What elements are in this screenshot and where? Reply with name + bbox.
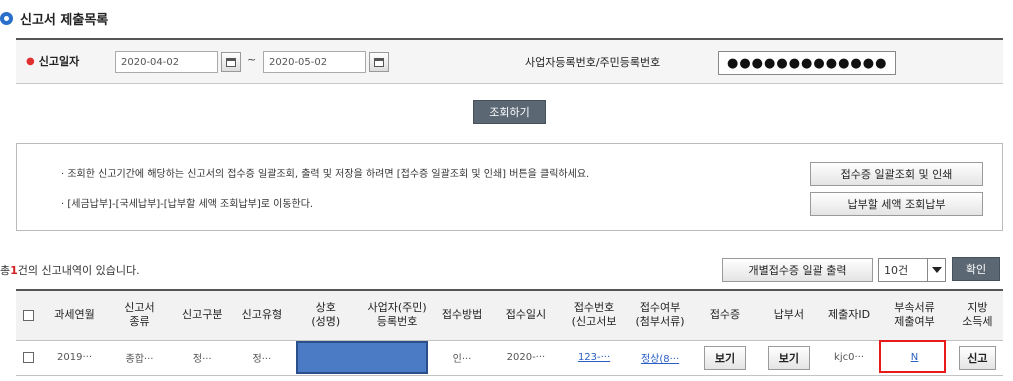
header-payment: 납부서 — [756, 289, 821, 341]
redacted-block — [295, 341, 428, 374]
query-button[interactable]: 조회하기 — [473, 100, 546, 124]
page-size-select[interactable]: 10건 — [878, 258, 946, 282]
info-line-2: · [세금납부]-[국세납부]-[납부할 세액 조회납부]로 이동한다. — [61, 199, 314, 210]
info-panel: · 조회한 신고기간에 해당하는 신고서의 접수증 일괄조회, 출력 및 저장을… — [16, 143, 1003, 231]
cell-form-type: 종합··· — [107, 340, 172, 376]
attach-status-link[interactable]: 정상(8··· — [641, 354, 679, 365]
confirm-button[interactable]: 확인 — [952, 257, 1000, 281]
date-range-separator: ~ — [247, 53, 257, 66]
header-report-kind: 신고구분 — [171, 289, 234, 341]
header-attach-submit: 부속서류 제출여부 — [877, 289, 952, 341]
bizno-label: 사업자등록번호/주민등록번호 — [525, 56, 661, 69]
cell-local-tax: 신고 — [951, 340, 1003, 376]
header-receipt: 접수증 — [693, 289, 757, 341]
local-tax-report-button[interactable]: 신고 — [959, 345, 996, 370]
table-header-row: 과세연월 신고서 종류 신고구분 신고유형 상호 (성명) 사업자(주민) 등록… — [16, 289, 1003, 341]
row-checkbox[interactable] — [23, 351, 35, 363]
cell-date: 2020-··· — [490, 340, 562, 376]
cell-period: 2019··· — [41, 340, 108, 376]
header-date: 접수일시 — [490, 289, 562, 341]
date-label-text: 신고일자 — [38, 55, 80, 68]
header-select-all[interactable] — [16, 289, 42, 341]
date-from-input[interactable]: 2020-04-02 — [115, 51, 218, 73]
calendar-icon — [374, 57, 384, 67]
header-name: 상호 (성명) — [290, 289, 361, 341]
cell-submitter: kjc0··· — [820, 340, 878, 376]
title-bullet-icon — [0, 11, 13, 25]
header-attach: 접수여부 (첨부서류) — [627, 289, 694, 341]
cell-report-kind: 정··· — [171, 340, 234, 376]
receipt-no-link[interactable]: 123-··· — [578, 352, 610, 363]
cell-masked-name-bizno — [290, 340, 434, 376]
cell-payment: 보기 — [756, 340, 821, 376]
result-count: 총1건의 신고내역이 있습니다. — [0, 262, 140, 278]
highlight-box — [879, 340, 946, 373]
date-label: ● 신고일자 — [26, 53, 79, 69]
row-checkbox-cell[interactable] — [16, 340, 42, 376]
search-panel: ● 신고일자 2020-04-02 ~ 2020-05-02 사업자등록번호/주… — [16, 38, 1003, 84]
header-submitter: 제출자ID — [820, 289, 878, 341]
individual-receipt-print-button[interactable]: 개별접수증 일괄 출력 — [722, 258, 873, 282]
page-title: 신고서 제출목록 — [0, 8, 108, 28]
cell-report-type: 정··· — [233, 340, 291, 376]
header-method: 접수방법 — [433, 289, 491, 341]
batch-receipt-print-button[interactable]: 접수증 일괄조회 및 인쇄 — [810, 162, 983, 186]
header-form-type: 신고서 종류 — [107, 289, 172, 341]
table-row: 2019··· 종합··· 정··· 정··· 인··· 2020-··· 12… — [16, 340, 1003, 376]
view-receipt-button[interactable]: 보기 — [703, 345, 747, 370]
count-number: 1 — [10, 264, 18, 277]
date-to-calendar-button[interactable] — [369, 52, 389, 72]
view-payment-button[interactable]: 보기 — [767, 345, 810, 370]
bizno-input[interactable]: ●●●●●●●●●●●●● — [718, 51, 896, 75]
calendar-icon — [226, 57, 236, 67]
header-period: 과세연월 — [41, 289, 108, 341]
page-size-value: 10건 — [884, 264, 909, 277]
submission-table: 과세연월 신고서 종류 신고구분 신고유형 상호 (성명) 사업자(주민) 등록… — [16, 289, 1003, 376]
page-title-text: 신고서 제출목록 — [20, 12, 109, 28]
header-local-tax: 지방 소득세 — [951, 289, 1003, 341]
cell-receipt: 보기 — [693, 340, 757, 376]
header-report-type: 신고유형 — [233, 289, 291, 341]
date-from-calendar-button[interactable] — [221, 52, 241, 72]
date-to-input[interactable]: 2020-05-02 — [263, 51, 366, 73]
chevron-down-icon — [927, 259, 945, 281]
header-receipt-no: 접수번호 (신고서보 — [561, 289, 628, 341]
cell-receipt-no[interactable]: 123-··· — [561, 340, 628, 376]
count-prefix: 총 — [0, 264, 11, 277]
info-line-1: · 조회한 신고기간에 해당하는 신고서의 접수증 일괄조회, 출력 및 저장을… — [61, 169, 590, 180]
cell-attach[interactable]: 정상(8··· — [627, 340, 694, 376]
select-all-checkbox[interactable] — [23, 309, 35, 321]
pay-tax-button[interactable]: 납부할 세액 조회납부 — [810, 192, 983, 216]
cell-method: 인··· — [433, 340, 491, 376]
count-suffix: 건의 신고내역이 있습니다. — [17, 264, 140, 277]
header-bizno: 사업자(주민) 등록번호 — [360, 289, 434, 341]
required-icon: ● — [26, 55, 35, 67]
